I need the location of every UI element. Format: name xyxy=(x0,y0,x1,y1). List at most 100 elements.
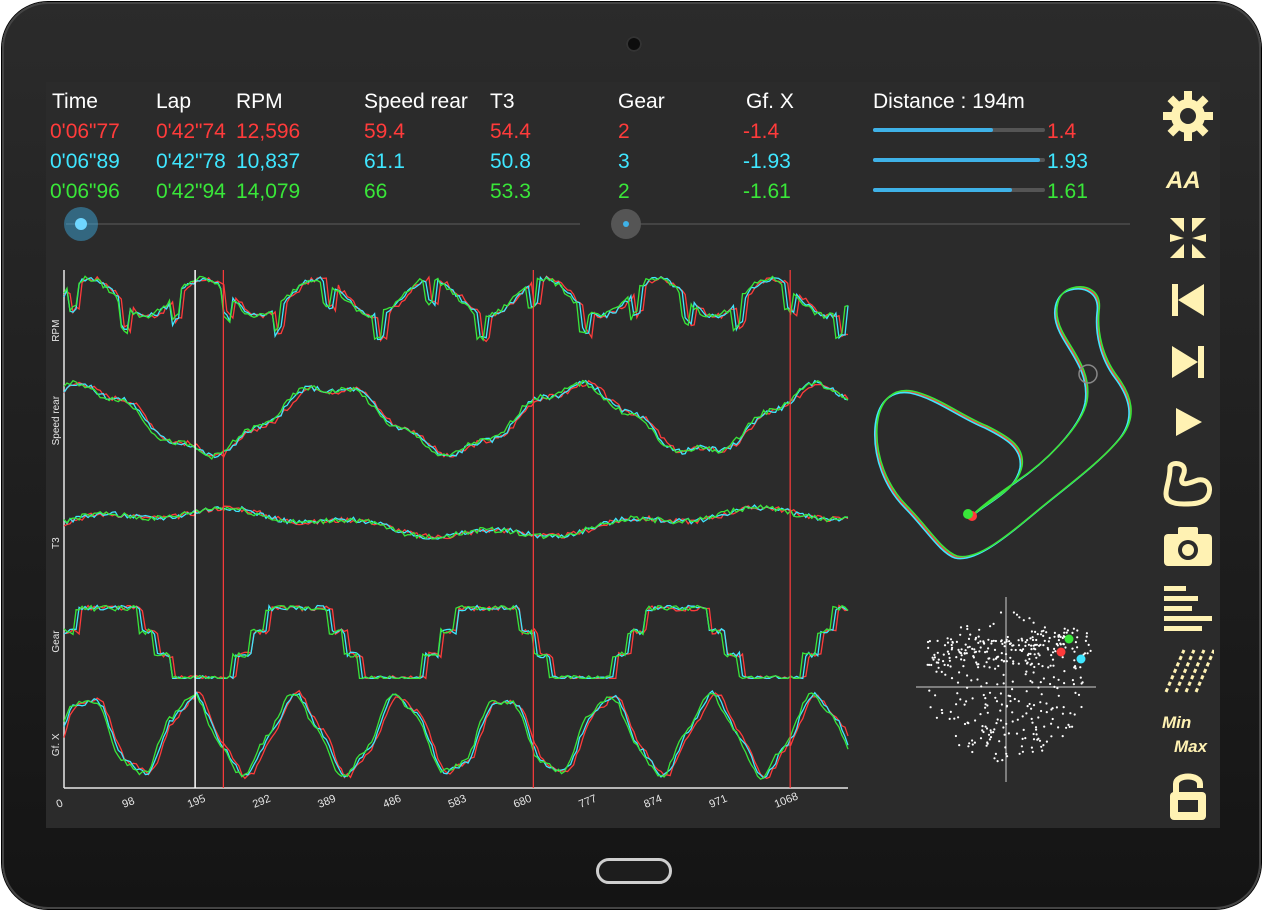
gforce-sample-dot xyxy=(1040,630,1043,633)
gforce-sample-dot xyxy=(948,717,951,720)
gforce-sample-dot xyxy=(971,739,974,742)
gforce-sample-dot xyxy=(973,741,976,744)
gforce-sample-dot xyxy=(1030,662,1033,665)
gforce-sample-dot xyxy=(1025,662,1029,665)
row2-bar-value: 1.93 xyxy=(1047,150,1088,173)
gforce-sample-dot xyxy=(1036,633,1039,636)
gforce-sample-dot xyxy=(970,679,973,682)
gforce-scatter xyxy=(916,597,1096,782)
gforce-sample-dot xyxy=(948,656,951,659)
gforce-sample-dot xyxy=(1061,636,1064,640)
channel-label: T3 xyxy=(51,537,62,549)
gforce-sample-dot xyxy=(992,731,995,734)
bars-button[interactable] xyxy=(1160,582,1216,634)
track-car-dot-green xyxy=(963,509,973,519)
header-gear: Gear xyxy=(618,90,665,113)
play-button[interactable] xyxy=(1160,396,1216,448)
home-button[interactable] xyxy=(596,858,672,884)
gforce-sample-dot xyxy=(1012,611,1015,614)
gforce-sample-dot xyxy=(983,665,986,668)
skip-back-icon xyxy=(1172,284,1204,316)
gforce-sample-dot xyxy=(1025,712,1028,715)
gforce-sample-dot xyxy=(966,686,969,689)
gforce-sample-dot xyxy=(932,658,935,661)
row1-bar-value: 1.4 xyxy=(1047,120,1077,143)
gforce-sample-dot xyxy=(1005,660,1008,663)
track-button[interactable] xyxy=(1160,458,1216,510)
x-tick-label: 292 xyxy=(251,793,273,811)
gforce-sample-dot xyxy=(1073,713,1076,716)
gforce-sample-dot xyxy=(1080,682,1083,685)
gforce-sample-dot xyxy=(935,716,938,719)
skip-back-button[interactable] xyxy=(1160,274,1216,326)
gforce-sample-dot xyxy=(962,665,965,668)
x-tick-label: 680 xyxy=(512,793,534,811)
row3-gfx: -1.61 xyxy=(743,180,791,203)
right-seek-knob[interactable] xyxy=(611,209,642,239)
gforce-sample-dot xyxy=(1009,656,1012,659)
gforce-sample-dot xyxy=(1046,646,1049,650)
gforce-sample-dot xyxy=(949,665,952,668)
row2-speed: 61.1 xyxy=(364,150,405,173)
gforce-sample-dot xyxy=(1059,643,1062,646)
gforce-sample-dot xyxy=(1047,640,1050,643)
skip-forward-button[interactable] xyxy=(1160,336,1216,388)
gforce-sample-dot xyxy=(1049,664,1052,667)
gforce-sample-dot xyxy=(1025,690,1028,693)
gforce-sample-dot xyxy=(999,611,1003,614)
gforce-sample-dot xyxy=(1010,648,1013,651)
gforce-sample-dot xyxy=(993,757,996,760)
gforce-sample-dot xyxy=(994,752,997,755)
gforce-sample-dot xyxy=(1029,637,1032,640)
gforce-sample-dot xyxy=(959,633,962,636)
left-seek-track[interactable] xyxy=(66,223,580,225)
expand-button[interactable] xyxy=(1160,212,1216,264)
gforce-sample-dot xyxy=(1040,693,1043,696)
gforce-sample-dot xyxy=(1032,621,1035,624)
gforce-sample-dot xyxy=(1076,629,1079,632)
gforce-sample-dot xyxy=(1043,639,1046,642)
gforce-sample-dot xyxy=(1048,636,1051,640)
right-seek-track[interactable] xyxy=(616,223,1130,225)
track-map[interactable] xyxy=(866,277,1146,582)
gforce-sample-dot xyxy=(1041,749,1044,752)
gforce-sample-dot xyxy=(1076,646,1079,649)
minmax-button[interactable]: Min Max xyxy=(1160,706,1216,762)
gforce-sample-dot xyxy=(993,648,997,651)
gforce-sample-dot xyxy=(1063,670,1066,673)
minmax-min-label: Min xyxy=(1162,713,1191,732)
settings-button[interactable] xyxy=(1160,90,1216,142)
gforce-sample-dot xyxy=(1009,695,1012,698)
gforce-sample-dot xyxy=(1053,635,1056,638)
gforce-sample-dot xyxy=(1077,693,1081,696)
camera-button[interactable] xyxy=(1160,520,1216,572)
gforce-sample-dot xyxy=(1074,641,1077,644)
gforce-sample-dot xyxy=(946,650,949,653)
gforce-sample-dot xyxy=(1024,644,1027,647)
gforce-sample-dot xyxy=(1024,641,1027,644)
gforce-sample-dot xyxy=(928,663,931,666)
left-seek-knob[interactable] xyxy=(64,207,99,241)
x-tick-label: 195 xyxy=(186,793,208,811)
gforce-sample-dot xyxy=(965,700,968,703)
row1-gfx-bar xyxy=(873,128,1045,132)
telemetry-chart[interactable]: RPM Speed rear T3 Gear Gf. X 0 98 195 292 389 486 5… xyxy=(46,262,866,812)
gforce-sample-dot xyxy=(1000,640,1003,643)
gforce-sample-dot xyxy=(933,656,936,659)
gforce-sample-dot xyxy=(976,678,979,681)
gforce-sample-dot xyxy=(946,664,950,667)
gforce-sample-dot xyxy=(1039,643,1042,646)
row2-gfx-bar-fill xyxy=(873,158,1040,162)
gforce-sample-dot xyxy=(1002,682,1005,685)
gforce-sample-dot xyxy=(1015,613,1019,616)
gforce-sample-dot xyxy=(1001,759,1004,762)
unlock-button[interactable] xyxy=(1160,770,1216,822)
gforce-sample-dot xyxy=(1020,745,1023,748)
gforce-sample-dot xyxy=(982,693,985,697)
gforce-sample-dot xyxy=(931,656,934,659)
gforce-sample-dot xyxy=(1028,702,1031,706)
stripes-button[interactable] xyxy=(1160,644,1216,696)
gforce-sample-dot xyxy=(990,731,993,734)
font-size-button[interactable]: AA xyxy=(1160,152,1216,204)
gforce-sample-dot xyxy=(1073,650,1076,653)
